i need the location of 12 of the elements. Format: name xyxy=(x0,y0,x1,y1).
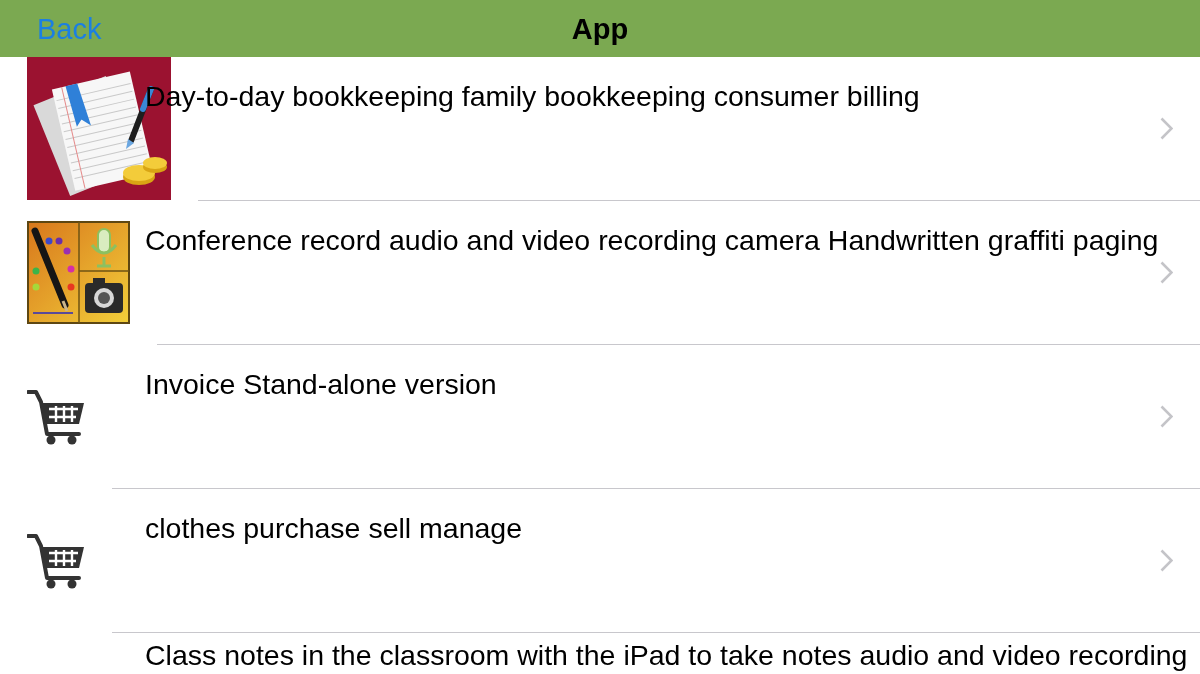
list-item-title[interactable]: Invoice Stand-alone version xyxy=(145,368,1200,401)
chevron-right-icon xyxy=(1160,405,1173,428)
cart-icon xyxy=(27,532,85,589)
cart-icon xyxy=(27,388,85,445)
list-item-title[interactable]: Class notes in the classroom with the iPad to take notes audio and video recording xyxy=(145,639,1200,672)
pen-mic-camera-icon xyxy=(27,221,130,324)
chevron-right-icon xyxy=(1160,549,1173,572)
nav-title: App xyxy=(571,11,629,46)
chevron-right-icon xyxy=(1160,117,1173,140)
list-item-title[interactable]: clothes purchase sell manage xyxy=(145,512,1200,545)
list-item-title[interactable]: Conference record audio and video recording camera Handwritten graffiti paging xyxy=(145,224,1200,257)
chevron-right-icon xyxy=(1160,261,1173,284)
